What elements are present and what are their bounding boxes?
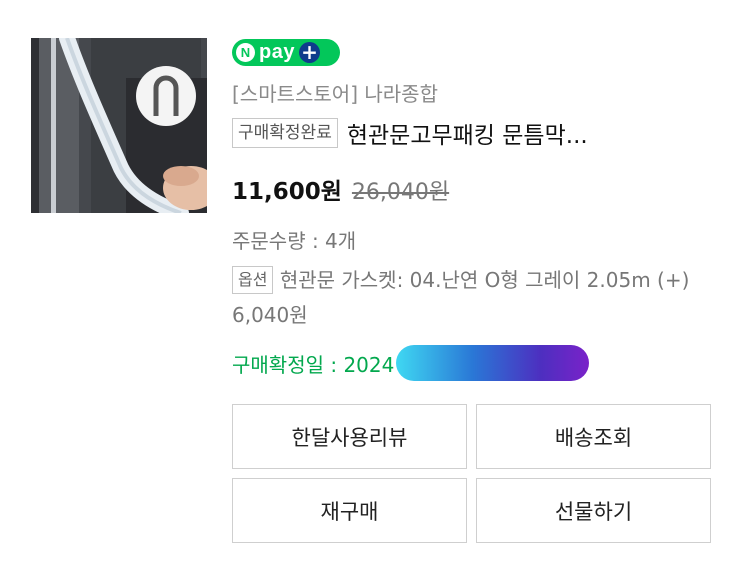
store-name[interactable]: [스마트스토어] 나라종합	[232, 78, 438, 107]
delivery-tracking-button[interactable]: 배송조회	[476, 404, 711, 469]
option-text: 현관문 가스켓: 04.난연 O형 그레이 2.05m (+) 6,040원	[232, 268, 690, 327]
confirm-date: 구매확정일 : 2024	[232, 352, 395, 377]
npay-pill: N pay +	[232, 39, 340, 66]
product-title[interactable]: 현관문고무패킹 문틈막...	[347, 116, 588, 150]
original-price: 26,040원	[351, 180, 450, 205]
option-row: 옵션 현관문 가스켓: 04.난연 O형 그레이 2.05m (+) 6,040…	[232, 263, 712, 333]
rebuy-button[interactable]: 재구매	[232, 478, 467, 543]
npay-label: pay	[259, 41, 295, 63]
status-badge: 구매확정완료	[232, 118, 338, 148]
sale-price: 11,600원	[232, 179, 342, 205]
month-review-button[interactable]: 한달사용리뷰	[232, 404, 467, 469]
gift-button[interactable]: 선물하기	[476, 478, 711, 543]
naver-n-icon: N	[236, 43, 255, 62]
product-thumbnail[interactable]	[31, 38, 207, 213]
redaction-bar	[396, 345, 590, 381]
title-row: 구매확정완료 현관문고무패킹 문틈막...	[232, 116, 588, 150]
order-quantity: 주문수량 : 4개	[232, 229, 357, 253]
plus-icon: +	[298, 42, 320, 63]
npay-badge: N pay +	[232, 39, 340, 66]
confirm-date-row: 구매확정일 : 2024	[232, 345, 590, 381]
option-badge: 옵션	[232, 266, 274, 294]
price-row: 11,600원 26,040원	[232, 172, 449, 206]
